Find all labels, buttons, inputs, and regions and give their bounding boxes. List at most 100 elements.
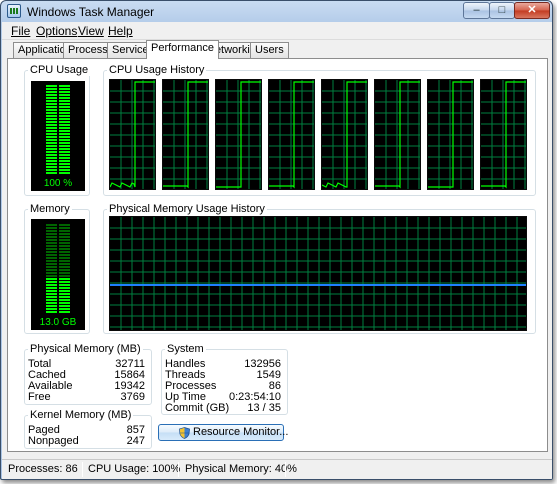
system-group: System Handles 132956 Threads 1549 Proce…	[161, 343, 288, 415]
meter-segment	[46, 145, 57, 147]
meter-segment	[46, 299, 57, 301]
meter-segment	[46, 91, 57, 93]
meter-segment	[59, 148, 70, 150]
meter-segment	[46, 275, 57, 277]
meter-segment	[59, 293, 70, 295]
memory-history-group: Physical Memory Usage History	[103, 203, 536, 334]
minimize-button[interactable]: –	[463, 2, 490, 19]
cpu-core-graph	[162, 79, 209, 190]
meter-segment	[59, 106, 70, 108]
status-bar: Processes: 86 CPU Usage: 100% Physical M…	[2, 459, 552, 479]
meter-segment	[59, 296, 70, 298]
meter-segment	[46, 227, 57, 229]
meter-segment	[46, 94, 57, 96]
memory-history-plot	[110, 217, 526, 330]
meter-segment	[46, 305, 57, 307]
kernel-memory-title: Kernel Memory (MB)	[28, 409, 134, 421]
meter-segment	[59, 118, 70, 120]
meter-segment	[46, 308, 57, 310]
meter-segment	[59, 239, 70, 241]
close-button[interactable]: ✕	[514, 2, 550, 19]
tab-performance[interactable]: Performance	[146, 40, 219, 59]
meter-segment	[59, 242, 70, 244]
meter-segment	[46, 245, 57, 247]
meter-segment	[46, 133, 57, 135]
status-separator	[178, 462, 179, 477]
meter-segment	[59, 166, 70, 168]
physical-free-value: 3769	[120, 391, 145, 403]
cpu-core-plot	[481, 80, 526, 189]
cpu-usage-value: 100 %	[43, 178, 73, 189]
meter-segment	[59, 248, 70, 250]
meter-segment	[46, 112, 57, 114]
system-title: System	[165, 343, 206, 355]
meter-segment	[59, 308, 70, 310]
meter-segment	[59, 130, 70, 132]
memory-title: Memory	[28, 203, 72, 215]
memory-bars	[46, 224, 70, 313]
meter-segment	[59, 109, 70, 111]
meter-segment	[59, 257, 70, 259]
memory-history-graph	[109, 216, 527, 331]
cpu-usage-title: CPU Usage	[28, 64, 91, 76]
menu-options[interactable]: Options	[36, 24, 77, 38]
meter-segment	[59, 151, 70, 153]
meter-segment	[59, 145, 70, 147]
meter-segment	[59, 127, 70, 129]
cpu-core-plot	[321, 80, 367, 189]
meter-segment	[46, 97, 57, 99]
cpu-core-graph	[268, 79, 315, 190]
meter-segment	[59, 272, 70, 274]
cpu-core-plot	[109, 80, 155, 189]
cpu-history-group: CPU Usage History	[103, 64, 536, 196]
meter-segment	[59, 281, 70, 283]
meter-segment	[59, 91, 70, 93]
meter-segment	[59, 163, 70, 165]
cpu-core-plot	[216, 80, 261, 189]
meter-segment	[46, 236, 57, 238]
meter-segment	[46, 115, 57, 117]
meter-segment	[46, 293, 57, 295]
meter-segment	[46, 263, 57, 265]
meter-segment	[59, 224, 70, 226]
meter-segment	[46, 257, 57, 259]
maximize-button[interactable]: □	[489, 2, 515, 19]
resource-monitor-button[interactable]: Resource Monitor...	[158, 424, 288, 441]
meter-segment	[46, 85, 57, 87]
physical-memory-title: Physical Memory (MB)	[28, 343, 143, 355]
kernel-nonpaged-value: 247	[126, 435, 145, 447]
window-title: Windows Task Manager	[27, 5, 155, 19]
memory-history-title: Physical Memory Usage History	[107, 203, 267, 215]
menu-view[interactable]: View	[78, 24, 104, 38]
meter-segment	[59, 142, 70, 144]
cpu-core-graph	[321, 79, 368, 190]
meter-segment	[46, 311, 57, 313]
kernel-nonpaged-label: Nonpaged	[28, 435, 79, 447]
system-commit-label: Commit (GB)	[165, 402, 230, 414]
meter-segment	[59, 251, 70, 253]
task-manager-window: Windows Task Manager – □ ✕ File Options …	[0, 0, 553, 480]
status-separator	[82, 462, 83, 477]
meter-segment	[59, 169, 70, 171]
memory-group: Memory 13.0 GB	[24, 203, 90, 334]
status-separator	[285, 462, 286, 477]
meter-segment	[59, 275, 70, 277]
status-processes: Processes: 86	[8, 463, 78, 475]
tab-users[interactable]: Users	[250, 42, 289, 58]
physical-free-label: Free	[28, 391, 51, 403]
cpu-core-plot	[375, 80, 420, 189]
meter-segment	[59, 290, 70, 292]
meter-segment	[46, 290, 57, 292]
menu-help[interactable]: Help	[108, 24, 133, 38]
meter-segment	[59, 172, 70, 174]
meter-segment	[46, 139, 57, 141]
meter-segment	[59, 133, 70, 135]
meter-segment	[59, 305, 70, 307]
meter-segment	[59, 287, 70, 289]
meter-segment	[46, 242, 57, 244]
meter-segment	[59, 245, 70, 247]
title-bar[interactable]: Windows Task Manager – □ ✕	[1, 1, 552, 22]
cpu-core-plot	[163, 80, 208, 189]
cpu-usage-group: CPU Usage 100 %	[24, 64, 91, 196]
menu-file[interactable]: File	[11, 24, 30, 38]
